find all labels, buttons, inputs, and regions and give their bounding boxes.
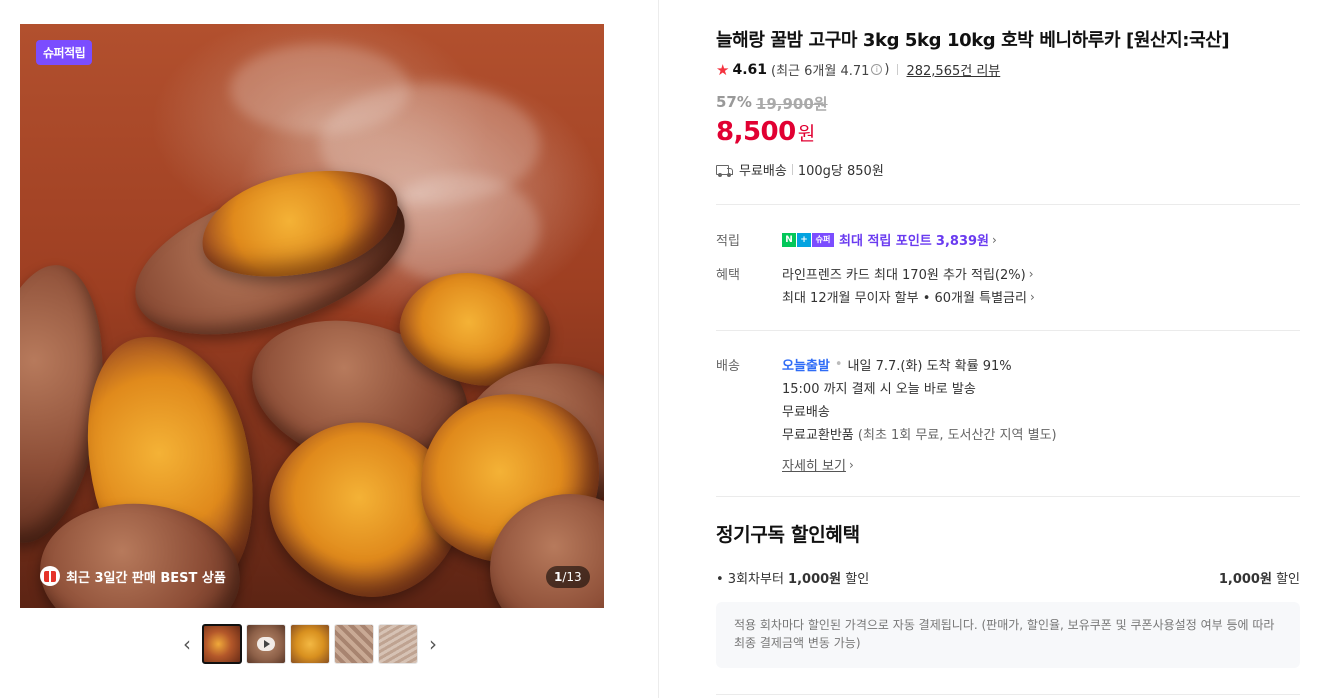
delivery-label: 배송 — [716, 359, 740, 374]
info-icon[interactable]: i — [871, 64, 883, 75]
condition-suffix: 할인 — [841, 572, 870, 587]
rating-row: ★ 4.61 (최근 6개월 4.71 i ) 282,565건 리뷰 — [716, 60, 1000, 80]
divider — [716, 330, 1300, 331]
card-benefit-row[interactable]: 라인프렌즈 카드 최대 170원 추가 적립(2%) › — [782, 264, 1034, 284]
points-value: 3,839원 — [935, 234, 990, 249]
sale-price: 8,500 — [716, 117, 796, 147]
rating-recent: (최근 6개월 4.71 — [771, 64, 870, 79]
delivery-fee-row: 무료배송 — [782, 401, 830, 420]
return-policy-row: 무료교환반품 (최초 1회 무료, 도서산간 지역 별도) — [782, 424, 1057, 443]
divider — [716, 204, 1300, 205]
thumbnail-5[interactable] — [378, 624, 418, 664]
delivery-cutoff-row: 15:00 까지 결제 시 오늘 바로 발송 — [782, 378, 976, 397]
installment-info: 최대 12개월 무이자 할부 • 60개월 특별금리 — [782, 291, 1027, 306]
thumbnail-2[interactable] — [246, 624, 286, 664]
condition-prefix: • 3회차부터 — [716, 572, 789, 587]
cutoff-text: 15:00 까지 결제 시 오늘 바로 발송 — [782, 382, 976, 397]
image-counter: 1/13 — [546, 566, 590, 588]
free-shipping-text: 무료배송 — [782, 405, 830, 420]
chevron-right-icon: › — [848, 457, 854, 472]
divider — [716, 496, 1300, 497]
discount-amount: 1,000원 — [1218, 572, 1272, 587]
points-text: 최대 적립 포인트 — [839, 234, 932, 249]
chevron-right-icon: › — [1028, 266, 1034, 281]
badge-super-points: 슈퍼적립 — [36, 40, 93, 65]
subscription-title: 정기구독 할인혜택 — [716, 524, 860, 546]
delivery-today-row: 오늘출발 • 내일 7.7.(화) 도착 확률 91% — [782, 355, 1012, 374]
naverpay-badges: N + 슈퍼 — [782, 232, 834, 247]
delivery-detail-link[interactable]: 자세히 보기 › — [782, 455, 854, 475]
installment-row[interactable]: 최대 12개월 무이자 할부 • 60개월 특별금리 › — [782, 287, 1035, 307]
subscription-discount-row: • 3회차부터 1,000원 할인 1,000원 할인 — [716, 568, 1300, 587]
video-icon — [257, 637, 275, 651]
chevron-left-icon[interactable]: ‹ — [176, 624, 198, 664]
discount-row: 57% 19,900원 — [716, 93, 828, 114]
price-row: 8,500 원 — [716, 117, 815, 147]
review-count-link[interactable]: 282,565건 리뷰 — [906, 60, 1000, 79]
product-title: 늘해랑 꿀밤 고구마 3kg 5kg 10kg 호박 베니하루카 [원산지:국산… — [716, 30, 1230, 51]
thumbnail-3[interactable] — [290, 624, 330, 664]
card-benefit: 라인프렌즈 카드 최대 170원 추가 적립(2%) — [782, 268, 1026, 283]
benefit-label: 혜택 — [716, 268, 740, 283]
plus-badge: + — [797, 232, 811, 247]
best-seller-tag: 최근 3일간 판매 BEST 상품 — [40, 566, 226, 586]
discount-suffix: 할인 — [1271, 572, 1300, 587]
star-icon: ★ — [716, 60, 730, 79]
main-product-image[interactable]: 슈퍼적립 최근 3일간 판매 BEST 상품 1/13 — [20, 24, 604, 608]
divider — [897, 64, 899, 75]
chevron-right-icon[interactable]: › — [422, 624, 444, 664]
unit-price: 100g당 850원 — [797, 164, 884, 179]
divider — [716, 694, 1300, 695]
best-seller-label: 최근 3일간 판매 BEST 상품 — [66, 570, 226, 586]
return-detail: (최초 1회 무료, 도서산간 지역 별도) — [857, 428, 1057, 443]
naver-n-badge: N — [782, 232, 796, 247]
rating-recent-close: ) — [884, 62, 890, 77]
condition-amount: 1,000원 — [788, 572, 842, 587]
chevron-right-icon: › — [992, 232, 997, 247]
divider — [791, 164, 793, 175]
separator-dot: • — [834, 357, 843, 372]
points-row[interactable]: N + 슈퍼 최대 적립 포인트 3,839원 › — [782, 230, 997, 249]
chevron-right-icon: › — [1029, 289, 1035, 304]
thumbnail-4[interactable] — [334, 624, 374, 664]
subscription-discount: 1,000원 할인 — [1219, 568, 1300, 587]
truck-icon — [716, 163, 734, 177]
subscription-condition: • 3회차부터 1,000원 할인 — [716, 568, 869, 587]
price-unit: 원 — [797, 123, 816, 145]
today-dispatch-label: 오늘출발 — [782, 359, 830, 374]
subscription-notice: 적용 회차마다 할인된 가격으로 자동 결제됩니다. (판매가, 할인율, 보유… — [716, 602, 1300, 668]
original-price: 19,900원 — [755, 95, 828, 113]
return-label: 무료교환반품 — [782, 428, 854, 443]
points-label: 적립 — [716, 234, 740, 249]
thumbnail-1[interactable] — [202, 624, 242, 664]
shipping-label: 무료배송 — [739, 164, 787, 179]
detail-link-text: 자세히 보기 — [782, 459, 846, 474]
arrival-estimate: 내일 7.7.(화) 도착 확률 91% — [847, 359, 1012, 374]
rating-value: 4.61 — [732, 61, 767, 78]
gift-icon — [40, 566, 60, 586]
image-counter-total: /13 — [562, 570, 582, 584]
shipping-row: 무료배송 100g당 850원 — [716, 160, 884, 179]
super-badge: 슈퍼 — [812, 232, 834, 247]
product-gallery: 슈퍼적립 최근 3일간 판매 BEST 상품 1/13 ‹ › — [0, 0, 659, 698]
discount-rate: 57% — [716, 93, 752, 111]
thumbnail-strip: ‹ › — [176, 624, 444, 664]
